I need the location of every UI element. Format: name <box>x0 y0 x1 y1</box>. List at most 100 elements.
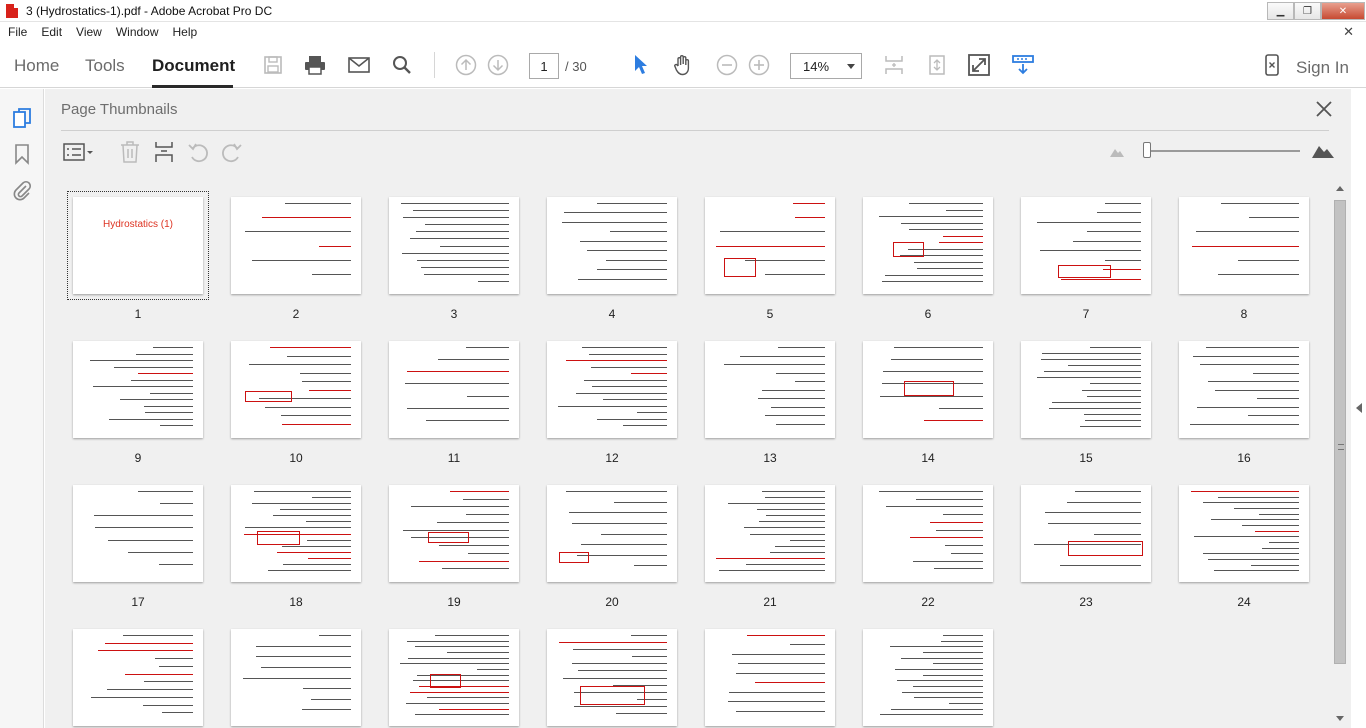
expand-right-pane-icon[interactable] <box>1356 403 1362 413</box>
thumbnail-text-line <box>914 697 983 699</box>
thumbnail-text-line <box>285 203 351 204</box>
slider-handle[interactable] <box>1143 142 1151 158</box>
thumbnail-text-line <box>312 273 351 275</box>
thumbnail-text-line <box>1211 519 1299 521</box>
thumbnail-text-line <box>909 203 983 204</box>
maximize-button[interactable]: ❐ <box>1294 2 1321 20</box>
tab-home[interactable]: Home <box>14 56 59 76</box>
thumbnail-text-line <box>114 366 193 368</box>
right-pane-toggle[interactable] <box>1351 89 1366 728</box>
email-icon[interactable] <box>348 54 370 76</box>
save-icon[interactable] <box>262 54 284 76</box>
thumbnail-text-line <box>765 497 825 499</box>
thumbnail-options-icon[interactable] <box>63 140 93 164</box>
thumbnail-text-line <box>755 682 825 684</box>
page-number-input[interactable]: 1 <box>529 53 559 79</box>
vertical-scrollbar[interactable] <box>1333 186 1347 728</box>
select-cursor-icon[interactable] <box>630 54 652 76</box>
close-document-icon[interactable]: ✕ <box>1343 24 1354 40</box>
tab-document[interactable]: Document <box>152 56 235 76</box>
rotate-clockwise-icon[interactable] <box>221 140 245 164</box>
menu-edit[interactable]: Edit <box>41 25 62 39</box>
thumbnail-text-line <box>951 552 983 554</box>
thumbnail-size-slider[interactable] <box>1150 150 1300 152</box>
thumbnail-text-line <box>128 551 193 553</box>
thumbnail-text-line <box>949 703 983 704</box>
thumbnail-text-line <box>744 527 825 529</box>
menu-window[interactable]: Window <box>116 25 159 39</box>
thumbnail-text-line <box>901 222 983 224</box>
thumbnail-text-line <box>268 569 351 571</box>
zoom-level-select[interactable]: 14% <box>790 53 862 79</box>
left-navigation-rail <box>0 89 44 728</box>
thumbnail-text-line <box>917 268 983 270</box>
panel-title: Page Thumbnails <box>61 101 178 118</box>
thumbnail-text-line <box>558 405 667 407</box>
thumbnail-grid: Hydrostatics (1) 1 2 3 4 5 6 7 8 9 10 11 12 13 14 15 16 1… <box>61 185 1329 728</box>
thumbnail-text-line <box>1196 231 1299 233</box>
thumbnail-text-line <box>569 512 667 514</box>
thumbnail-text-line <box>1097 212 1141 214</box>
next-page-icon[interactable] <box>487 54 509 76</box>
thumbnail-text-line <box>160 425 193 427</box>
thumbnail-text-line <box>902 691 983 693</box>
thumbnail-text-line <box>1040 250 1141 252</box>
thumbnail-text-line <box>632 656 667 658</box>
minimize-button[interactable]: ▁ <box>1267 2 1294 20</box>
thumbnail-text-line <box>563 677 667 679</box>
scrollbar-thumb[interactable] <box>1334 200 1346 664</box>
thumbnail-text-line <box>924 419 983 421</box>
full-screen-icon[interactable] <box>968 54 990 76</box>
thumbnail-highlight-box <box>430 674 461 688</box>
thumbnail-text-line <box>256 656 351 658</box>
thumbnail-text-line <box>281 415 351 416</box>
thumbnail-text-line <box>1084 413 1141 415</box>
title-bar: 3 (Hydrostatics-1).pdf - Adobe Acrobat P… <box>0 0 1366 22</box>
zoom-out-icon[interactable] <box>716 54 738 76</box>
menu-help[interactable]: Help <box>173 25 198 39</box>
close-panel-icon[interactable] <box>1314 99 1334 119</box>
attachment-icon[interactable] <box>11 179 33 201</box>
scroll-mode-icon[interactable] <box>926 54 948 76</box>
hand-tool-icon[interactable] <box>672 54 694 76</box>
thumbnail-text-line <box>1087 231 1141 233</box>
thumbnail-text-line <box>319 635 351 636</box>
scroll-up-icon[interactable] <box>1336 186 1344 191</box>
fit-page-icon[interactable] <box>883 54 905 76</box>
read-mode-icon[interactable] <box>1012 54 1034 76</box>
thumbnail-text-line <box>939 242 983 244</box>
small-mountain-icon <box>1109 144 1133 168</box>
menu-view[interactable]: View <box>76 25 102 39</box>
scroll-down-icon[interactable] <box>1336 716 1344 721</box>
search-icon[interactable] <box>391 54 413 76</box>
thumbnail-text-line <box>109 418 193 420</box>
thumbnail-text-line <box>573 649 667 651</box>
zoom-in-icon[interactable] <box>748 54 770 76</box>
delete-pages-icon[interactable] <box>119 140 143 164</box>
thumbnail-page-preview <box>863 629 993 726</box>
window-close-button[interactable]: ✕ <box>1321 2 1365 20</box>
thumbnail-text-line <box>159 665 193 667</box>
thumbnail-text-line <box>890 646 983 648</box>
thumbnail-text-line <box>943 235 983 237</box>
thumbnail-text-line <box>795 217 825 219</box>
thumbnail-text-line <box>923 652 983 653</box>
sign-in-link[interactable]: Sign In <box>1296 58 1349 78</box>
thumbnail-text-line <box>610 231 667 233</box>
thumbnail-text-line <box>442 568 509 570</box>
thumbnail-text-line <box>747 635 825 636</box>
menu-file[interactable]: File <box>8 25 27 39</box>
thumbnail-text-line <box>572 663 667 665</box>
page-thumbnails-icon[interactable] <box>11 107 33 129</box>
thumbnail-text-line <box>270 347 351 348</box>
insert-pages-icon[interactable] <box>153 140 177 164</box>
thumbnail-text-line <box>125 673 193 675</box>
mobile-link-icon[interactable] <box>1261 54 1283 76</box>
print-icon[interactable] <box>304 54 326 76</box>
bookmark-icon[interactable] <box>11 143 33 165</box>
thumbnail-text-line <box>574 705 667 707</box>
tab-tools[interactable]: Tools <box>85 56 125 76</box>
previous-page-icon[interactable] <box>455 54 477 76</box>
thumbnail-text-line <box>729 691 825 693</box>
rotate-counterclockwise-icon[interactable] <box>187 140 211 164</box>
